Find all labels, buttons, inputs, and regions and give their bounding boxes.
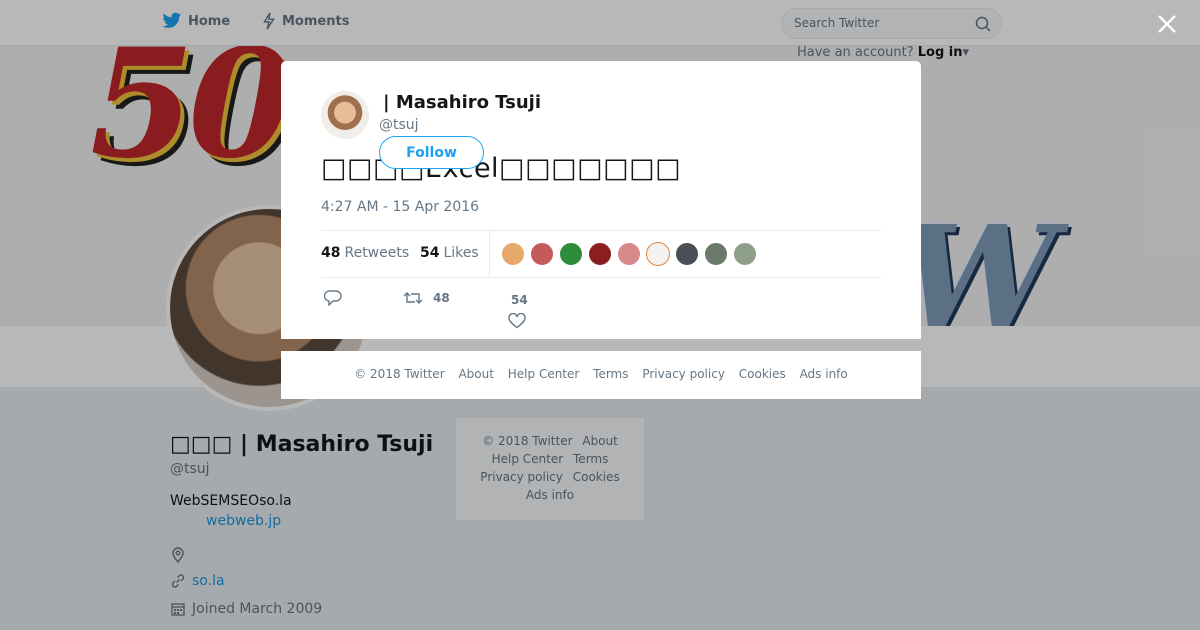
liker-avatar[interactable] — [501, 242, 525, 266]
close-icon[interactable] — [1153, 10, 1181, 38]
likes-stat[interactable]: 54 Likes — [420, 245, 479, 261]
stats-divider — [489, 231, 490, 277]
liker-avatar[interactable] — [675, 242, 699, 266]
retweet-button[interactable]: 48 — [403, 290, 450, 306]
retweet-icon — [403, 292, 423, 304]
tweet-author-avatar[interactable] — [321, 91, 369, 139]
tweet-author-name[interactable]: | Masahiro Tsuji — [383, 92, 541, 113]
modal-footer-cookies-link[interactable]: Cookies — [739, 367, 786, 381]
retweets-count: 48 — [321, 245, 341, 261]
liker-avatar[interactable] — [588, 242, 612, 266]
liker-avatar[interactable] — [530, 242, 554, 266]
tweet-actions: 48 54 — [321, 287, 881, 329]
modal-footer-terms-link[interactable]: Terms — [593, 367, 628, 381]
retweets-stat[interactable]: 48 Retweets — [321, 245, 409, 261]
retweets-label: Retweets — [344, 245, 410, 261]
retweet-action-count: 48 — [433, 291, 450, 305]
tweet-author-handle[interactable]: @tsuj — [379, 117, 419, 133]
like-action-count: 54 — [511, 293, 528, 307]
follow-button[interactable]: Follow — [379, 136, 484, 169]
modal-footer-about-link[interactable]: About — [458, 367, 493, 381]
tweet-stats: 48 Retweets 54 Likes — [321, 230, 881, 278]
reply-icon — [324, 290, 342, 306]
likes-count: 54 — [420, 245, 440, 261]
modal-footer-help-link[interactable]: Help Center — [508, 367, 580, 381]
tweet-modal: | Masahiro Tsuji @tsuj □□□□Excel□□□□□□□ … — [281, 61, 921, 339]
liker-avatar[interactable] — [559, 242, 583, 266]
tweet-text: □□□□Excel□□□□□□□ — [321, 153, 682, 184]
modal-footer-ads-link[interactable]: Ads info — [800, 367, 848, 381]
heart-icon — [508, 313, 526, 329]
likes-label: Likes — [443, 245, 479, 261]
liker-avatar[interactable] — [733, 242, 757, 266]
like-button[interactable] — [508, 313, 526, 329]
tweet-timestamp[interactable]: 4:27 AM - 15 Apr 2016 — [321, 199, 479, 215]
liker-avatar[interactable] — [646, 242, 670, 266]
reply-button[interactable] — [324, 290, 342, 306]
liker-avatar[interactable] — [704, 242, 728, 266]
modal-footer: © 2018 Twitter About Help Center Terms P… — [281, 351, 921, 399]
liker-avatar[interactable] — [617, 242, 641, 266]
modal-footer-copyright: © 2018 Twitter — [354, 367, 445, 381]
modal-footer-privacy-link[interactable]: Privacy policy — [642, 367, 725, 381]
